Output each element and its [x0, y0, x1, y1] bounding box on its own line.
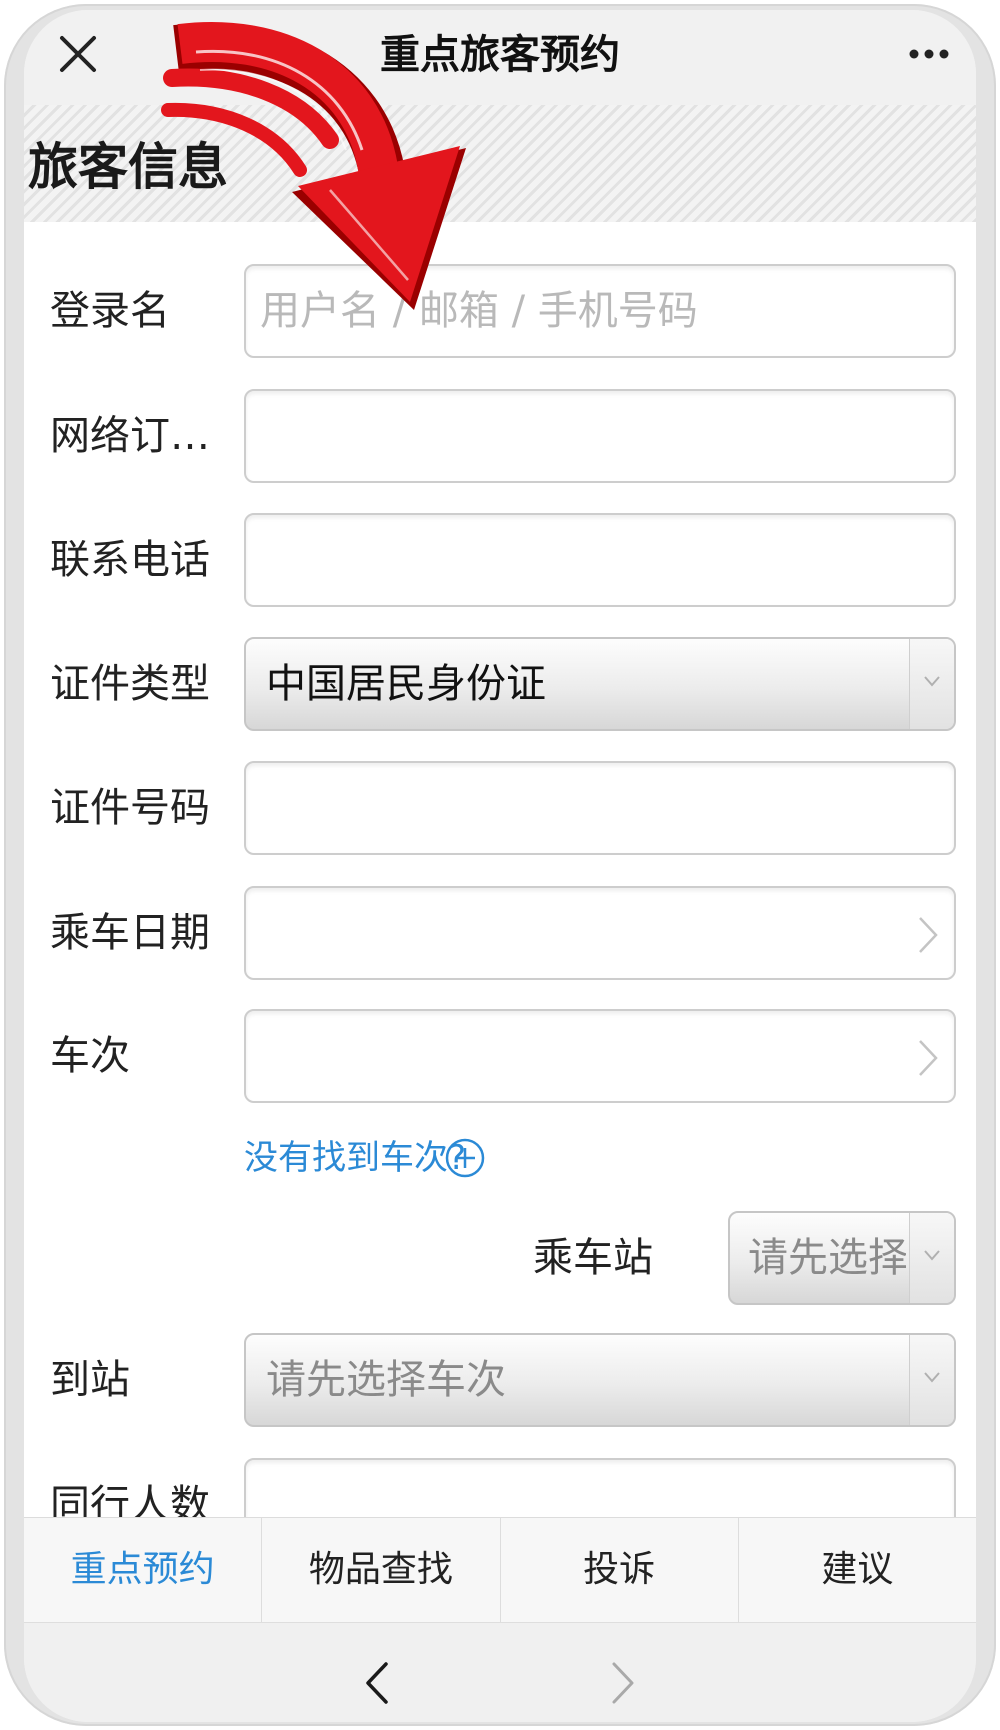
boarding-station-value: 请先选择车次	[748, 1235, 906, 1281]
id-type-select[interactable]: 中国居民身份证	[244, 637, 956, 731]
id-number-field[interactable]	[244, 761, 956, 855]
train-no-label: 车次	[50, 1033, 130, 1079]
section-header: 旅客信息	[24, 105, 976, 222]
travel-date-label: 乘车日期	[50, 910, 210, 956]
phone-field[interactable]	[244, 513, 956, 607]
order-no-label: 网络订…	[50, 413, 210, 459]
companions-input[interactable]	[246, 1460, 954, 1517]
phone-screen: 重点旅客预约 旅客信息 登录名 网络订… 联系电话 证件类型 中国居民身份证	[24, 10, 976, 1722]
arrival-station-label: 到站	[50, 1357, 130, 1403]
tab-suggestion[interactable]: 建议	[737, 1518, 976, 1622]
chevron-right-icon	[919, 917, 938, 953]
top-nav-bar: 重点旅客预约	[24, 10, 976, 105]
browser-bottom-nav	[24, 1622, 976, 1722]
plus-circle-icon[interactable]	[443, 1136, 487, 1180]
arrival-station-select[interactable]: 请先选择车次	[244, 1333, 956, 1427]
arrival-station-value: 请先选择车次	[266, 1357, 506, 1403]
no-train-found-link[interactable]: 没有找到车次?	[244, 1132, 466, 1184]
section-title: 旅客信息	[28, 138, 228, 196]
login-name-input[interactable]	[246, 266, 954, 356]
id-type-dropdown-toggle[interactable]	[909, 639, 954, 729]
companions-label: 同行人数	[50, 1482, 210, 1517]
tab-bar: 重点预约 物品查找 投诉 建议	[24, 1517, 976, 1623]
passenger-form: 登录名 网络订… 联系电话 证件类型 中国居民身份证 证件号码 乘车日期	[24, 222, 976, 1517]
companions-field[interactable]	[244, 1458, 956, 1517]
tab-key-reservation[interactable]: 重点预约	[24, 1518, 261, 1622]
page-title: 重点旅客预约	[380, 32, 620, 78]
chevron-down-icon	[924, 1372, 940, 1383]
login-name-label: 登录名	[50, 288, 170, 334]
boarding-station-select[interactable]: 请先选择车次	[728, 1211, 956, 1305]
login-name-field[interactable]	[244, 264, 956, 358]
chevron-down-icon	[924, 1250, 940, 1261]
id-type-value: 中国居民身份证	[266, 661, 546, 707]
id-type-label: 证件类型	[50, 661, 210, 707]
chevron-left-icon[interactable]	[364, 1661, 390, 1705]
order-no-field[interactable]	[244, 389, 956, 483]
tab-complaint[interactable]: 投诉	[499, 1518, 738, 1622]
order-no-input[interactable]	[246, 391, 954, 481]
tab-lost-items[interactable]: 物品查找	[261, 1518, 499, 1622]
boarding-station-dropdown-toggle[interactable]	[909, 1213, 954, 1303]
chevron-right-icon[interactable]	[610, 1661, 636, 1705]
id-number-label: 证件号码	[50, 785, 210, 831]
phone-label: 联系电话	[50, 537, 210, 583]
arrival-station-dropdown-toggle[interactable]	[909, 1335, 954, 1425]
chevron-right-icon	[919, 1040, 938, 1076]
id-number-input[interactable]	[246, 763, 954, 853]
boarding-station-label: 乘车站	[533, 1235, 653, 1281]
more-icon[interactable]	[904, 40, 954, 68]
chevron-down-icon	[924, 676, 940, 687]
phone-input[interactable]	[246, 515, 954, 605]
travel-date-picker[interactable]	[244, 886, 956, 980]
train-no-picker[interactable]	[244, 1009, 956, 1103]
